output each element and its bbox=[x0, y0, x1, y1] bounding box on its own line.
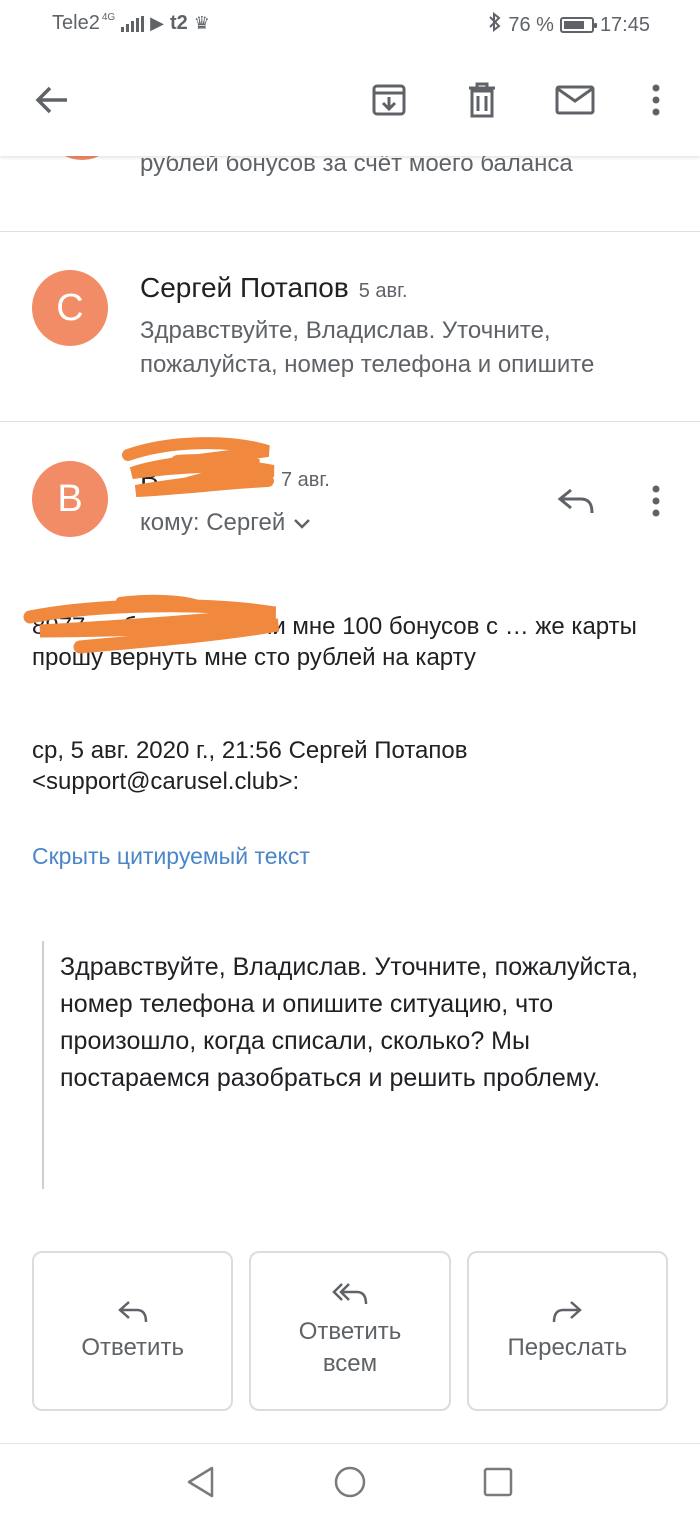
archive-icon[interactable] bbox=[365, 76, 413, 124]
message-snippet: Здравствуйте, Владислав. Уточните, пожал… bbox=[140, 317, 595, 378]
carrier-label: Tele2 bbox=[52, 12, 100, 34]
recipient-label: кому: Сергей bbox=[140, 509, 286, 536]
signal-icon bbox=[121, 15, 145, 32]
message-body: 8977 … бот начислили мне 100 бонусов с …… bbox=[32, 613, 637, 671]
sender-name: Сергей Потапов bbox=[140, 272, 349, 303]
reply-icon bbox=[117, 1300, 148, 1324]
sender-line: Сергей Потапов 5 авг. bbox=[140, 272, 408, 304]
back-arrow-icon[interactable] bbox=[28, 76, 76, 124]
status-right: 76 % 17:45 bbox=[488, 11, 650, 38]
message-date: 7 авг. bbox=[281, 469, 330, 491]
avatar: С bbox=[32, 270, 108, 346]
bluetooth-icon bbox=[488, 11, 502, 38]
battery-icon bbox=[559, 17, 597, 33]
clock: 17:45 bbox=[599, 13, 650, 36]
avatar: В bbox=[32, 461, 108, 537]
delete-icon[interactable] bbox=[458, 76, 506, 124]
hide-quoted-text-link[interactable]: Скрыть цитируемый текст bbox=[32, 843, 310, 870]
carrier2-label: t2 bbox=[170, 12, 188, 34]
recipient-line[interactable]: кому: Сергей bbox=[140, 509, 311, 537]
forward-icon bbox=[552, 1300, 583, 1324]
system-nav-bar bbox=[0, 1443, 700, 1517]
app-bar bbox=[0, 48, 700, 156]
message-date: 5 авг. bbox=[358, 280, 408, 302]
quoted-text: Здравствуйте, Владислав. Уточните, пожал… bbox=[42, 941, 672, 1189]
reply-all-label: Ответить всем bbox=[298, 1318, 402, 1377]
play-icon: ▶ bbox=[150, 13, 164, 33]
open-message: В В 7 авг. кому: Сергей 8977 … бот начис… bbox=[0, 423, 700, 1243]
crown-icon: ♛ bbox=[193, 13, 210, 33]
quote-header: ср, 5 авг. 2020 г., 21:56 Сергей Потапов… bbox=[32, 737, 468, 795]
reply-all-button[interactable]: Ответить всем bbox=[249, 1251, 451, 1411]
status-bar: Tele2 4G ▶ t2 ♛ 76 % 17:45 bbox=[0, 0, 700, 48]
chevron-down-icon bbox=[293, 509, 311, 537]
mark-unread-icon[interactable] bbox=[551, 76, 599, 124]
reply-icon[interactable] bbox=[552, 477, 600, 525]
nav-home-icon[interactable] bbox=[330, 1462, 370, 1502]
battery-percent: 76 % bbox=[508, 13, 554, 36]
reply-all-icon bbox=[332, 1282, 368, 1306]
more-vert-icon[interactable] bbox=[632, 76, 680, 124]
action-bar: Ответить Ответить всем Переслать bbox=[32, 1251, 668, 1411]
collapsed-message[interactable]: С Сергей Потапов 5 авг. Здравствуйте, Вл… bbox=[0, 232, 700, 422]
sender-name: В bbox=[140, 463, 159, 494]
previous-message-snippet[interactable]: рублей бонусов за счёт моего баланса bbox=[0, 150, 700, 232]
forward-label: Переслать bbox=[507, 1334, 628, 1361]
nav-recents-icon[interactable] bbox=[478, 1462, 518, 1502]
network-type: 4G bbox=[101, 12, 116, 23]
reply-label: Ответить bbox=[81, 1334, 184, 1361]
reply-button[interactable]: Ответить bbox=[32, 1251, 234, 1411]
nav-back-icon[interactable] bbox=[180, 1462, 220, 1502]
more-vert-icon[interactable] bbox=[632, 477, 680, 525]
status-left: Tele2 4G ▶ t2 ♛ bbox=[52, 12, 210, 35]
forward-button[interactable]: Переслать bbox=[466, 1251, 668, 1411]
